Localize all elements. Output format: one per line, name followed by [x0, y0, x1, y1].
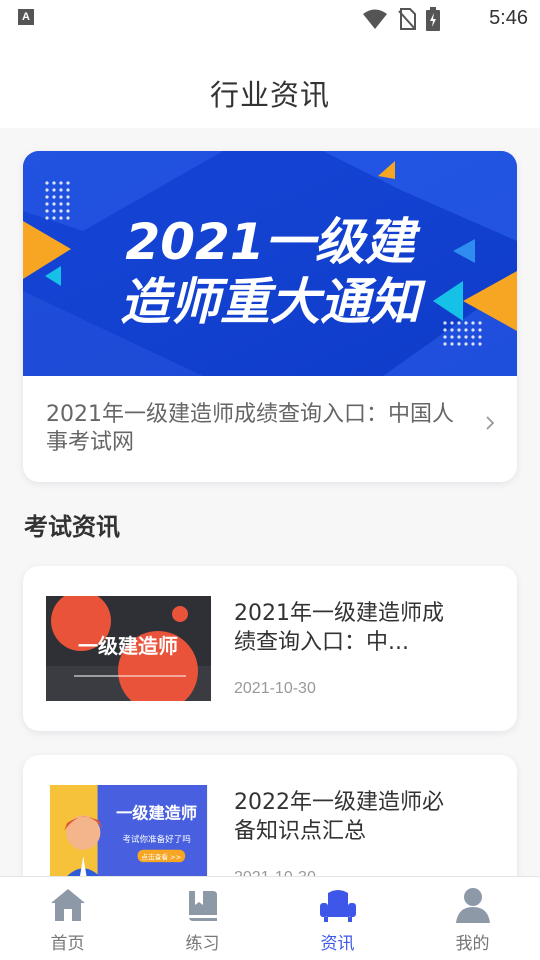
tab-label: 首页: [50, 934, 85, 954]
wifi-icon: [363, 9, 387, 29]
home-icon: [50, 889, 85, 921]
tab-news[interactable]: 资讯: [270, 877, 405, 960]
featured-news-card[interactable]: 2021一级建 造师重大通知 2021年一级建造师成绩查询入口：中国人事考试网: [23, 151, 517, 482]
section-title: 考试资讯: [24, 513, 120, 541]
user-icon: [455, 888, 490, 923]
sofa-icon: [319, 890, 356, 922]
book-icon: [188, 891, 217, 921]
status-bar: A 5:46: [0, 0, 540, 38]
tab-label: 我的: [455, 934, 490, 954]
tab-label: 练习: [185, 934, 220, 954]
tab-practice[interactable]: 练习: [135, 877, 270, 960]
thumbnail-button-text: 点击查看 >>: [141, 852, 181, 861]
news-card[interactable]: 一级建造师 2021年一级建造师成绩查询入口：中... 2021-10-30: [23, 566, 517, 731]
chevron-right-icon: [486, 416, 495, 430]
no-sim-icon: [398, 8, 416, 30]
featured-news-title: 2021年一级建造师成绩查询入口：中国人事考试网: [46, 402, 454, 455]
banner-image: 2021一级建 造师重大通知: [23, 151, 517, 376]
news-date: 2021-10-30: [234, 680, 316, 697]
thumbnail-subtext: 考试你准备好了吗: [122, 833, 191, 845]
notification-a-icon: A: [18, 9, 34, 25]
news-title: 2022年一级建造师必备知识点汇总: [234, 790, 444, 844]
page-title: 行业资讯: [209, 78, 330, 112]
bottom-tab-bar: 首页 练习 资讯 我的: [0, 876, 540, 960]
banner-headline-line2: 造师重大通知: [120, 273, 426, 331]
news-thumbnail: 一级建造师: [46, 596, 211, 701]
banner-headline-line1: 2021一级建: [125, 213, 421, 271]
app-header: 行业资讯: [0, 38, 540, 128]
tab-profile[interactable]: 我的: [405, 877, 540, 960]
thumbnail-text: 一级建造师: [78, 634, 178, 658]
tab-home[interactable]: 首页: [0, 877, 135, 960]
clock: 5:46: [489, 7, 528, 29]
news-thumbnail: 一级建造师 考试你准备好了吗 点击查看 >>: [49, 785, 208, 885]
news-title: 2021年一级建造师成绩查询入口：中...: [234, 601, 444, 655]
status-icons: [362, 7, 440, 31]
battery-charging-icon: [426, 7, 440, 31]
thumbnail-text: 一级建造师: [116, 803, 197, 822]
tab-label: 资讯: [320, 934, 355, 954]
